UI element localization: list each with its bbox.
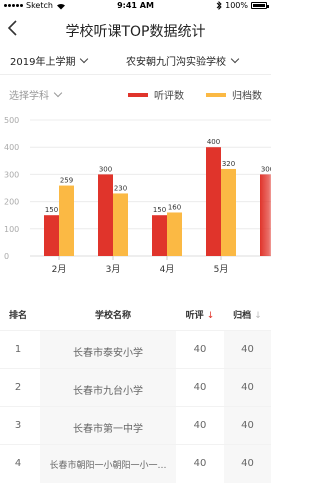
row-archive: 40	[241, 420, 254, 431]
x-tick-label: 4月	[160, 264, 175, 275]
row-school: 长春市朝阳一小朝阳一小一…	[49, 461, 167, 471]
bar-listen	[206, 147, 221, 256]
x-tick-label: 5月	[214, 264, 229, 275]
row-rank: 2	[14, 382, 22, 393]
table-row[interactable]: 1 长春市泰安小学 40 40	[0, 330, 271, 369]
header-school: 学校名称	[94, 311, 131, 321]
filter-divider	[0, 74, 271, 75]
legend-swatch-archive	[206, 92, 226, 97]
data-label: 259	[60, 177, 73, 185]
y-tick-label: 100	[4, 225, 19, 234]
data-label: 150	[45, 206, 58, 214]
row-listen: 40	[193, 458, 207, 469]
header-archive[interactable]: 归档 ↓	[224, 308, 271, 321]
row-listen: 40	[193, 382, 207, 393]
bar-listen	[44, 215, 59, 256]
nav-bar: 学校听课TOP数据统计	[0, 14, 271, 44]
row-school: 长春市泰安小学	[73, 348, 143, 359]
table-row[interactable]: 3 长春市第一中学 40 40	[0, 406, 271, 445]
status-bar: Sketch 9:41 AM 100%	[0, 0, 271, 12]
legend-label-archive: 归档数	[232, 91, 262, 102]
data-label: 400	[207, 138, 220, 146]
bar-archive	[59, 185, 74, 256]
chevron-down-icon	[80, 54, 89, 64]
header-listen[interactable]: 听评 ↓	[176, 308, 224, 321]
y-tick-label: 400	[4, 143, 19, 152]
table-header: 排名 学校名称 听评 ↓ 归档 ↓	[0, 302, 271, 326]
bar-listen	[260, 174, 275, 256]
school-value: 农安朝九门沟实验学校	[126, 57, 226, 68]
y-tick-label: 300	[4, 170, 19, 179]
row-archive: 40	[241, 344, 254, 355]
term-selector[interactable]: 2019年上学期	[10, 53, 89, 68]
sort-icon: ↓	[254, 311, 262, 321]
data-label: 150	[153, 206, 166, 214]
bar-chart: 0 100 200 300 400 500 150 259 2月 300 230 3月 150 160 4月…	[0, 112, 278, 282]
school-selector[interactable]: 农安朝九门沟实验学校	[126, 53, 240, 68]
bar-chart-svg: 01002003004005001502592月3002303月150 1604月…	[4, 116, 278, 275]
y-tick-label: 200	[4, 198, 19, 207]
subject-placeholder: 选择学科	[9, 91, 49, 102]
table-row[interactable]: 4 长春市朝阳一小朝阳一小一… 40 40	[0, 444, 271, 483]
data-label: 320	[222, 160, 235, 168]
table-row[interactable]: 2 长春市九台小学 40 40	[0, 368, 271, 407]
x-tick-label: 2月	[52, 264, 67, 275]
chart-controls: 选择学科 听评数 归档数	[0, 84, 271, 104]
legend-swatch-listen	[128, 92, 148, 97]
bar-listen	[98, 174, 113, 256]
row-archive: 40	[241, 458, 254, 469]
row-archive: 40	[241, 382, 254, 393]
data-label: 230	[114, 184, 127, 192]
bar-listen	[152, 215, 167, 256]
data-label: 300	[99, 165, 112, 173]
row-school: 长春市第一中学	[73, 424, 143, 435]
battery-percent: 100%	[225, 1, 248, 10]
row-listen: 40	[193, 344, 207, 355]
status-right: 100%	[216, 1, 269, 10]
row-rank: 4	[14, 458, 22, 469]
page-title: 学校听课TOP数据统计	[65, 24, 206, 40]
data-label: 300	[261, 165, 271, 173]
x-tick-label: 3月	[106, 264, 121, 275]
battery-icon	[251, 2, 269, 9]
sort-desc-icon: ↓	[206, 311, 215, 321]
y-tick-label: 500	[4, 116, 19, 125]
bar-archive	[221, 168, 236, 256]
subject-selector[interactable]: 选择学科	[9, 87, 63, 102]
y-tick-label: 0	[4, 252, 9, 261]
header-rank: 排名	[8, 311, 27, 321]
chevron-down-icon	[53, 88, 63, 98]
bar-archive	[167, 212, 182, 256]
legend-label-listen: 听评数	[154, 91, 184, 102]
row-school: 长春市九台小学	[73, 386, 143, 397]
bluetooth-icon	[216, 1, 222, 10]
row-rank: 3	[14, 420, 22, 431]
row-listen: 40	[193, 420, 207, 431]
term-value: 2019年上学期	[10, 57, 76, 68]
header-listen-label: 听评	[185, 311, 204, 321]
bar-archive	[113, 193, 128, 256]
data-label: 160	[168, 203, 181, 211]
legend-archive: 归档数	[206, 87, 262, 102]
filter-bar: 2019年上学期 农安朝九门沟实验学校	[0, 48, 271, 72]
chevron-down-icon	[230, 54, 240, 64]
header-archive-label: 归档	[233, 311, 252, 321]
row-rank: 1	[14, 344, 22, 355]
legend-listen: 听评数	[128, 87, 184, 102]
